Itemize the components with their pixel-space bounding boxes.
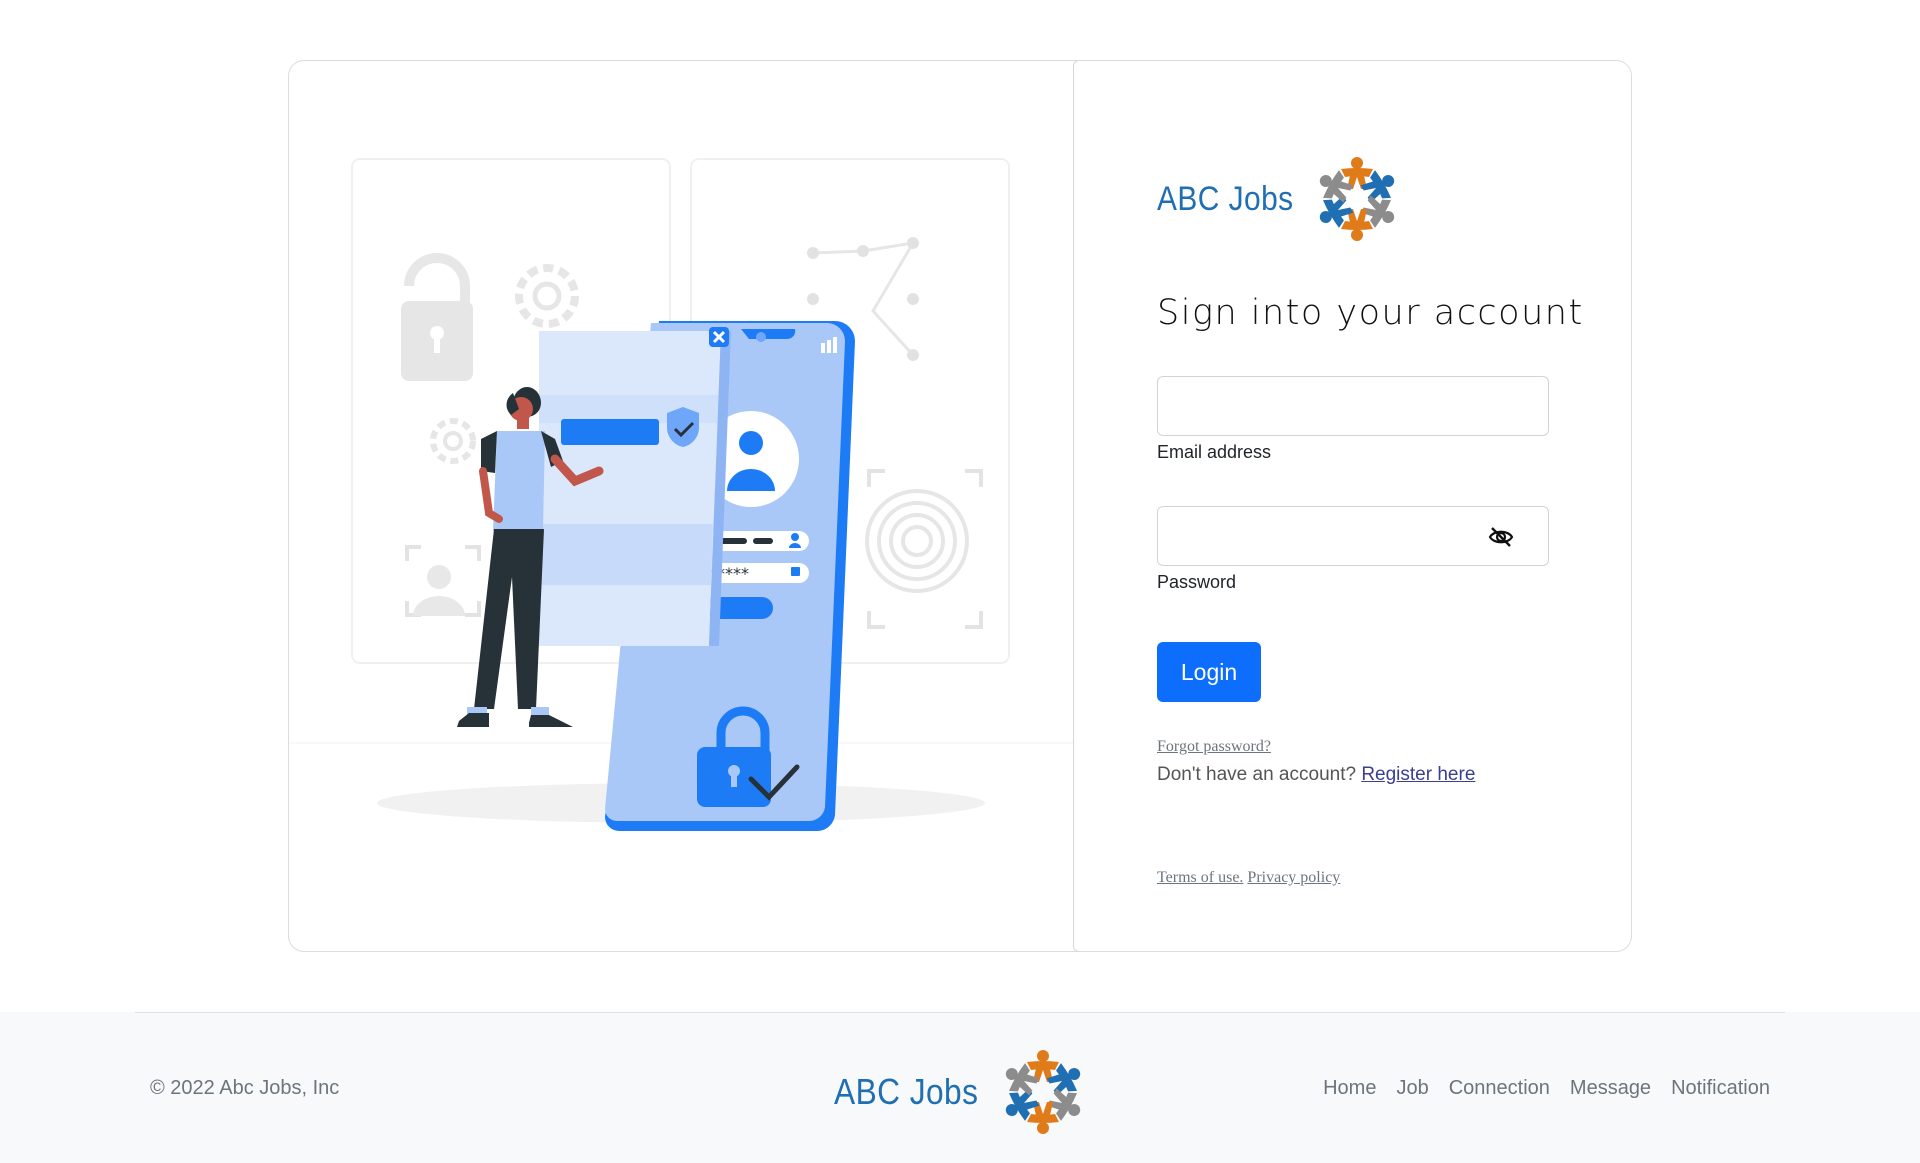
privacy-policy-link[interactable]: Privacy policy bbox=[1247, 869, 1340, 886]
footer-divider bbox=[135, 1012, 1785, 1013]
footer-link-message[interactable]: Message bbox=[1570, 1077, 1651, 1100]
page-footer: © 2022 Abc Jobs, Inc ABC Jobs Home Job C… bbox=[0, 1012, 1920, 1163]
copyright-text: © 2022 Abc Jobs, Inc bbox=[150, 1077, 340, 1099]
footer-link-connection[interactable]: Connection bbox=[1449, 1077, 1550, 1100]
sign-in-title: Sign into your account bbox=[1157, 293, 1584, 333]
legal-links: Terms of use. Privacy policy bbox=[1157, 869, 1340, 887]
footer-link-notification[interactable]: Notification bbox=[1671, 1077, 1770, 1100]
password-field[interactable] bbox=[1157, 506, 1549, 566]
footer-logo-text: ABC Jobs bbox=[834, 1071, 979, 1112]
footer-link-home[interactable]: Home bbox=[1323, 1077, 1376, 1100]
email-label: Email address bbox=[1157, 442, 1272, 462]
eye-slash-icon[interactable] bbox=[1488, 526, 1514, 548]
sign-in-form-panel: ABC Jobs Sign into your account Email ad… bbox=[1073, 61, 1631, 951]
email-input[interactable] bbox=[1158, 377, 1548, 435]
login-illustration: ***** bbox=[289, 61, 1073, 951]
footer-brand-logo: ABC Jobs bbox=[834, 1044, 1096, 1140]
register-link[interactable]: Register here bbox=[1361, 764, 1475, 785]
footer-link-job[interactable]: Job bbox=[1396, 1077, 1428, 1100]
password-label: Password bbox=[1157, 572, 1237, 592]
people-circle-logo-icon bbox=[1005, 1050, 1081, 1134]
security-illustration: ***** bbox=[289, 158, 1073, 832]
login-button[interactable]: Login bbox=[1157, 642, 1261, 702]
people-circle-logo-icon bbox=[1320, 157, 1395, 241]
brand-logo: ABC Jobs bbox=[1157, 149, 1410, 249]
register-prompt: Don't have an account? Register here bbox=[1157, 764, 1475, 786]
email-field[interactable] bbox=[1157, 376, 1549, 436]
register-prompt-text: Don't have an account? bbox=[1157, 764, 1362, 785]
forgot-password-link[interactable]: Forgot password? bbox=[1157, 738, 1271, 756]
footer-nav: Home Job Connection Message Notification bbox=[1323, 1077, 1770, 1100]
terms-of-use-link[interactable]: Terms of use. bbox=[1157, 869, 1243, 886]
login-card: ***** ABC Jobs Sign into your account Em… bbox=[288, 60, 1632, 952]
brand-logo-text: ABC Jobs bbox=[1157, 179, 1294, 218]
